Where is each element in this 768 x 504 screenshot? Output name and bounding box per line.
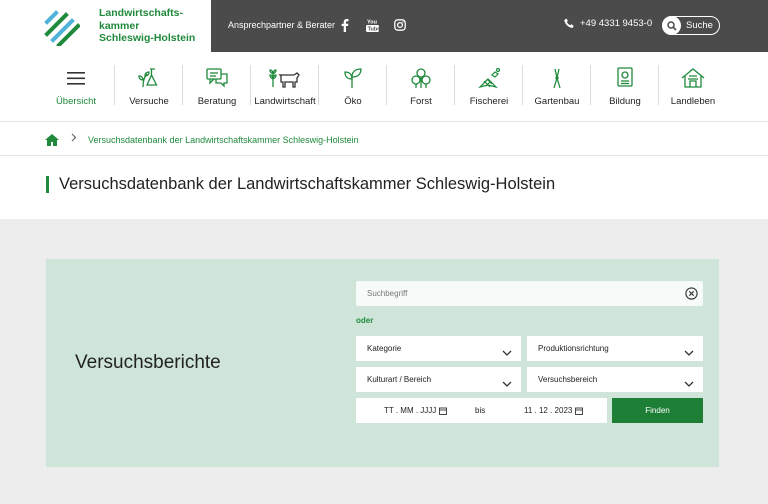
select-value: Versuchsbereich <box>538 375 598 384</box>
clear-icon[interactable] <box>685 287 698 305</box>
logo-line: kammer <box>99 19 140 32</box>
logo-line: Landwirtschafts- <box>99 7 184 19</box>
search-panel-heading: Versuchsberichte <box>75 352 221 373</box>
nav-item-uebersicht[interactable]: Übersicht <box>42 52 110 122</box>
date-range-separator: bis <box>475 406 486 415</box>
search-icon <box>662 16 681 35</box>
title-accent <box>46 176 49 193</box>
utility-bar: Ansprechpartner & Berater You Tube +49 4… <box>211 0 768 52</box>
phone-icon <box>564 18 574 28</box>
nav-label: Landwirtschaft <box>254 96 316 107</box>
phone-link[interactable]: +49 4331 9453-0 <box>564 18 652 29</box>
flask-plant-icon <box>115 66 183 90</box>
facebook-icon[interactable] <box>337 17 353 33</box>
search-label: Suche <box>686 20 713 31</box>
nav-item-forst[interactable]: Forst <box>387 52 455 122</box>
shears-icon <box>523 66 591 90</box>
kategorie-select[interactable]: Kategorie <box>356 336 521 361</box>
site-search-button[interactable]: Suche <box>662 16 720 35</box>
nav-label: Gartenbau <box>534 96 580 107</box>
sprout-icon <box>319 66 387 90</box>
main-nav: Übersicht Versuche Beratung Landwirtscha… <box>0 52 768 122</box>
nav-label: Beratung <box>197 96 237 107</box>
calendar-icon[interactable] <box>439 407 448 415</box>
nav-label: Landleben <box>670 96 716 107</box>
grain-cow-icon <box>251 66 319 90</box>
date-to-input[interactable]: 11 . 12 . 2023 <box>524 406 584 415</box>
content-area: Versuchsberichte Suchbegriff oder Katego… <box>0 219 768 504</box>
search-placeholder: Suchbegriff <box>367 289 408 298</box>
nav-item-landleben[interactable]: Landleben <box>659 52 727 122</box>
date-range: TT . MM . JJJJ bis 11 . 12 . 2023 <box>356 398 607 423</box>
logo[interactable]: Landwirtschafts- kammer Schleswig-Holste… <box>0 0 211 52</box>
chevron-right-icon <box>71 133 77 145</box>
nav-label: Fischerei <box>469 96 509 107</box>
date-from-input[interactable]: TT . MM . JJJJ <box>384 406 448 415</box>
farmhouse-icon <box>659 66 727 90</box>
chevron-down-icon <box>684 344 694 362</box>
calendar-icon[interactable] <box>575 407 584 415</box>
nav-label: Bildung <box>609 96 641 107</box>
certificate-icon <box>591 66 659 90</box>
nav-label: Öko <box>344 96 362 107</box>
logo-line: Schleswig-Holstein <box>99 32 196 44</box>
versuchsbereich-select[interactable]: Versuchsbereich <box>527 367 703 392</box>
page-title: Versuchsdatenbank der Landwirtschaftskam… <box>59 175 556 193</box>
chevron-down-icon <box>502 375 512 393</box>
logo-mark-icon <box>44 10 80 46</box>
nav-item-fischerei[interactable]: Fischerei <box>455 52 523 122</box>
logo-text: Landwirtschafts- kammer Schleswig-Holste… <box>99 7 195 45</box>
top-bar: Landwirtschafts- kammer Schleswig-Holste… <box>0 0 768 52</box>
svg-text:Tube: Tube <box>367 27 378 32</box>
contact-link[interactable]: Ansprechpartner & Berater <box>228 20 335 30</box>
search-panel: Versuchsberichte Suchbegriff oder Katego… <box>46 259 719 467</box>
search-input[interactable]: Suchbegriff <box>356 281 703 306</box>
date-from-value: TT . MM . JJJJ <box>384 406 437 415</box>
breadcrumb: Versuchsdatenbank der Landwirtschaftskam… <box>0 123 768 156</box>
chat-icon <box>183 66 251 90</box>
nav-item-landwirtschaft[interactable]: Landwirtschaft <box>251 52 319 122</box>
nav-label: Versuche <box>129 96 169 107</box>
instagram-icon[interactable] <box>392 17 408 33</box>
fish-net-icon <box>455 66 523 90</box>
breadcrumb-current[interactable]: Versuchsdatenbank der Landwirtschaftskam… <box>88 135 359 145</box>
trees-icon <box>387 66 455 90</box>
find-button[interactable]: Finden <box>612 398 703 423</box>
svg-text:You: You <box>367 20 377 26</box>
select-value: Kategorie <box>367 344 402 353</box>
home-icon[interactable] <box>45 133 59 151</box>
chevron-down-icon <box>684 375 694 393</box>
or-label: oder <box>356 316 374 325</box>
chevron-down-icon <box>502 344 512 362</box>
youtube-icon[interactable]: You Tube <box>364 17 380 33</box>
nav-item-beratung[interactable]: Beratung <box>183 52 251 122</box>
kulturart-select[interactable]: Kulturart / Bereich <box>356 367 521 392</box>
phone-number: +49 4331 9453-0 <box>580 18 653 29</box>
nav-item-gartenbau[interactable]: Gartenbau <box>523 52 591 122</box>
select-value: Kulturart / Bereich <box>367 375 432 384</box>
nav-item-versuche[interactable]: Versuche <box>115 52 183 122</box>
date-to-value: 11 . 12 . 2023 <box>524 406 573 415</box>
nav-item-bildung[interactable]: Bildung <box>591 52 659 122</box>
title-band: Versuchsdatenbank der Landwirtschaftskam… <box>0 157 768 219</box>
nav-item-oeko[interactable]: Öko <box>319 52 387 122</box>
produktionsrichtung-select[interactable]: Produktionsrichtung <box>527 336 703 361</box>
nav-label: Forst <box>410 96 432 107</box>
menu-icon <box>42 66 110 90</box>
select-value: Produktionsrichtung <box>538 344 609 353</box>
nav-label: Übersicht <box>55 96 97 107</box>
